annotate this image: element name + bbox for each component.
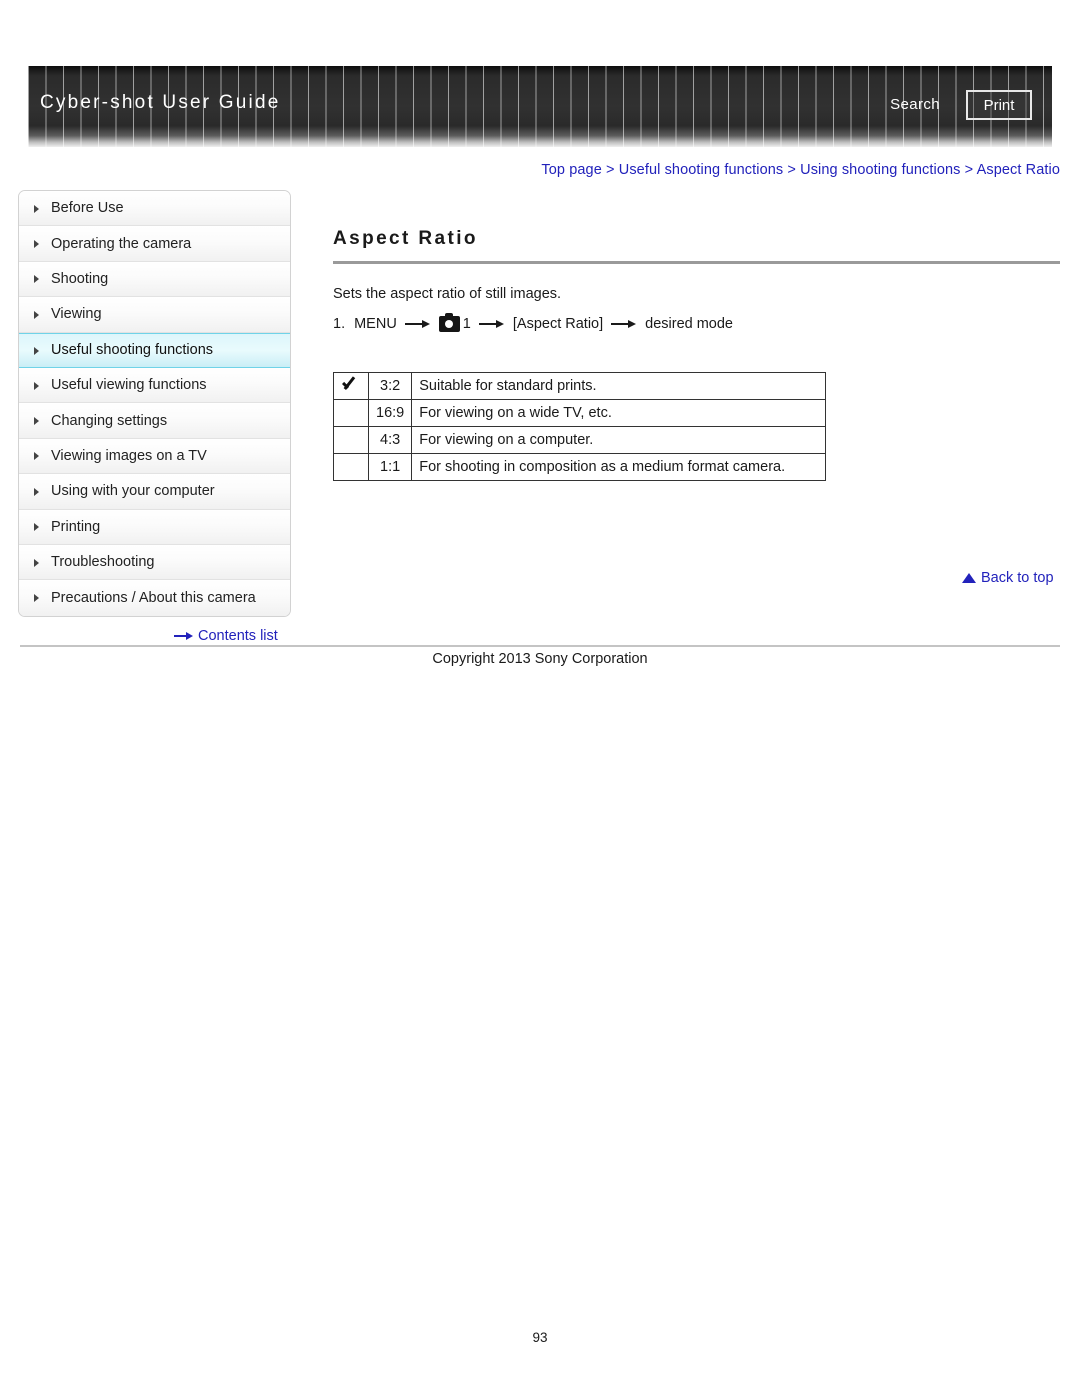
arrow-right-icon — [611, 319, 637, 329]
triangle-right-icon — [33, 310, 42, 319]
ratio-value: 3:2 — [367, 372, 413, 400]
footer-divider — [20, 645, 1060, 647]
page-number: 93 — [532, 1330, 548, 1345]
ratio-description: For shooting in composition as a medium … — [411, 453, 827, 481]
sidebar-item-label: Shooting — [51, 270, 109, 287]
default-indicator-cell — [333, 372, 369, 400]
ratio-value: 16:9 — [367, 399, 413, 427]
sidebar-item-printing[interactable]: Printing — [19, 509, 290, 545]
breadcrumb: Top page > Useful shooting functions > U… — [541, 162, 1060, 178]
sidebar-item-shooting[interactable]: Shooting — [19, 261, 290, 298]
table-row: 1:1 For shooting in composition as a med… — [333, 453, 827, 481]
breadcrumb-item-aspect-ratio: Aspect Ratio — [976, 162, 1060, 178]
breadcrumb-item-useful-shooting-functions[interactable]: Useful shooting functions — [619, 162, 784, 178]
back-to-top-link[interactable]: Back to top — [962, 570, 1054, 586]
sidebar-item-operating-the-camera[interactable]: Operating the camera — [19, 226, 290, 262]
site-title: Cyber-shot User Guide — [40, 92, 281, 113]
sidebar-item-viewing-images-on-a-tv[interactable]: Viewing images on a TV — [19, 438, 290, 475]
sidebar-item-label: Printing — [51, 518, 101, 535]
arrow-right-icon — [478, 319, 505, 329]
breadcrumb-item-top-page[interactable]: Top page — [541, 162, 601, 178]
title-divider — [333, 261, 1060, 264]
sidebar-item-label: Operating the camera — [51, 235, 192, 252]
sidebar-item-viewing[interactable]: Viewing — [19, 297, 290, 333]
sidebar-item-useful-shooting-functions[interactable]: Useful shooting functions — [19, 332, 290, 368]
sidebar-item-label: Precautions / About this camera — [51, 589, 256, 606]
sidebar-item-precautions-about-this-camera[interactable]: Precautions / About this camera — [19, 580, 290, 616]
sidebar-nav: Before Use Operating the camera Shooting… — [18, 190, 291, 617]
page-title: Aspect Ratio — [333, 228, 478, 249]
triangle-right-icon — [33, 558, 42, 567]
sidebar-item-label: Useful viewing functions — [51, 377, 207, 394]
step-instruction: 1. MENU 1 [Aspect Ratio] desired mode — [333, 313, 733, 332]
table-row: 4:3 For viewing on a computer. — [333, 426, 827, 454]
default-indicator-cell — [333, 453, 369, 481]
arrow-right-icon — [404, 319, 431, 329]
triangle-up-icon — [962, 573, 976, 583]
step-result-label: desired mode — [645, 316, 733, 332]
table-row: 3:2 Suitable for standard prints. — [333, 372, 827, 400]
camera-icon — [438, 313, 460, 332]
triangle-right-icon — [33, 487, 42, 496]
breadcrumb-separator: > — [606, 162, 615, 178]
aspect-ratio-table: 3:2 Suitable for standard prints. 16:9 F… — [333, 372, 827, 481]
step-camera-tab: 1 — [462, 316, 471, 332]
print-button[interactable]: Print — [966, 90, 1032, 120]
intro-text: Sets the aspect ratio of still images. — [333, 286, 562, 302]
step-number: 1. — [333, 316, 346, 332]
sidebar-item-label: Troubleshooting — [51, 554, 155, 571]
sidebar-item-using-with-your-computer[interactable]: Using with your computer — [19, 474, 290, 510]
step-item-label: [Aspect Ratio] — [512, 316, 604, 332]
back-to-top-label: Back to top — [981, 570, 1054, 586]
ratio-description: For viewing on a computer. — [411, 426, 827, 454]
sidebar-item-label: Using with your computer — [51, 483, 215, 500]
ratio-value: 1:1 — [367, 453, 413, 481]
ratio-description: For viewing on a wide TV, etc. — [411, 399, 827, 427]
breadcrumb-separator: > — [787, 162, 796, 178]
contents-list-link[interactable]: Contents list — [174, 628, 278, 644]
ratio-description: Suitable for standard prints. — [411, 372, 827, 400]
sidebar-item-label: Before Use — [51, 200, 124, 217]
breadcrumb-item-using-shooting-functions[interactable]: Using shooting functions — [800, 162, 960, 178]
checkmark-icon — [341, 376, 361, 392]
contents-list-label: Contents list — [198, 628, 278, 644]
sidebar-item-before-use[interactable]: Before Use — [19, 191, 290, 227]
sidebar-item-label: Useful shooting functions — [51, 342, 214, 359]
copyright-text: Copyright 2013 Sony Corporation — [432, 651, 648, 667]
ratio-value: 4:3 — [367, 426, 413, 454]
triangle-right-icon — [33, 204, 42, 213]
step-menu-label: MENU — [354, 316, 397, 332]
triangle-right-icon — [33, 239, 42, 249]
search-button[interactable]: Search — [890, 96, 940, 113]
default-indicator-cell — [333, 399, 369, 427]
sidebar-item-label: Viewing — [51, 306, 102, 323]
sidebar-item-troubleshooting[interactable]: Troubleshooting — [19, 544, 290, 581]
triangle-right-icon — [33, 593, 42, 603]
triangle-right-icon — [33, 522, 42, 532]
arrow-right-icon — [174, 631, 194, 641]
triangle-right-icon — [33, 381, 42, 390]
breadcrumb-separator: > — [964, 162, 974, 178]
triangle-right-icon — [33, 346, 42, 355]
sidebar-item-useful-viewing-functions[interactable]: Useful viewing functions — [19, 367, 290, 404]
table-row: 16:9 For viewing on a wide TV, etc. — [333, 399, 827, 427]
sidebar-item-label: Viewing images on a TV — [51, 447, 207, 464]
sidebar-item-changing-settings[interactable]: Changing settings — [19, 403, 290, 439]
triangle-right-icon — [33, 451, 42, 461]
site-header-banner: Cyber-shot User Guide Search Print — [28, 66, 1052, 147]
triangle-right-icon — [33, 416, 42, 426]
sidebar-item-label: Changing settings — [51, 412, 168, 429]
default-indicator-cell — [333, 426, 369, 454]
triangle-right-icon — [33, 274, 42, 284]
